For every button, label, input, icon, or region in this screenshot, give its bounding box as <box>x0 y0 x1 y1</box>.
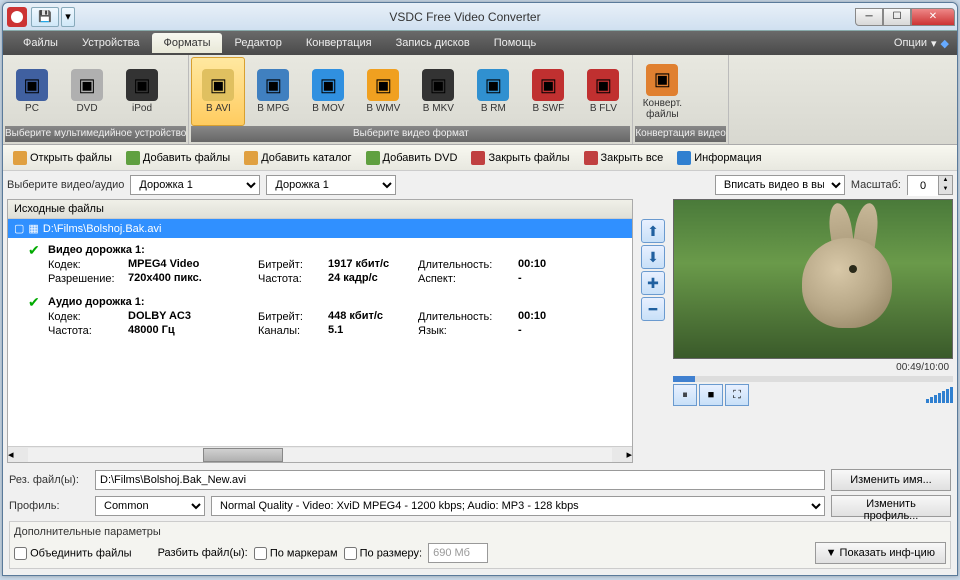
result-file-input[interactable] <box>95 470 825 490</box>
ribbon-в-mkv[interactable]: ▣В MKV <box>411 57 465 126</box>
menubar: ФайлыУстройстваФорматыРедакторКонвертаци… <box>3 31 957 55</box>
audio-track-title: Аудио дорожка 1: <box>48 294 628 310</box>
file-path: D:\Films\Bolshoj.Bak.avi <box>43 223 162 235</box>
ribbon-в-wmv[interactable]: ▣В WMV <box>356 57 410 126</box>
options-dropdown-icon[interactable]: ▾ <box>931 37 937 50</box>
tb-добавить-файлы[interactable]: Добавить файлы <box>120 149 236 167</box>
ribbon-конверт.-файлы[interactable]: ▣Конверт. файлы <box>635 57 689 126</box>
tb-информация[interactable]: Информация <box>671 149 767 167</box>
panel-header: Исходные файлы <box>8 200 632 219</box>
ribbon-в-mov[interactable]: ▣В MOV <box>301 57 355 126</box>
menu-помощь[interactable]: Помощь <box>482 33 549 53</box>
move-down-button[interactable]: ⬇ <box>641 245 665 269</box>
video-preview <box>673 199 953 359</box>
ribbon-dvd[interactable]: ▣DVD <box>60 57 114 126</box>
tb-закрыть-все[interactable]: Закрыть все <box>578 149 670 167</box>
video-track-select[interactable]: Дорожка 1 <box>130 175 260 195</box>
menu-файлы[interactable]: Файлы <box>11 33 70 53</box>
edit-profile-button[interactable]: Изменить профиль... <box>831 495 951 517</box>
profile-category-select[interactable]: Common <box>95 496 205 516</box>
by-markers-checkbox[interactable]: По маркерам <box>254 547 338 560</box>
preview-time: 00:49/10:00 <box>673 361 953 374</box>
by-size-checkbox[interactable]: По размеру: <box>344 547 423 560</box>
video-track-title: Видео дорожка 1: <box>48 242 628 258</box>
minimize-button[interactable]: ─ <box>855 8 883 26</box>
source-files-panel: Исходные файлы ▢ ▦ D:\Films\Bolshoj.Bak.… <box>7 199 633 463</box>
h-scrollbar[interactable]: ◂▸ <box>8 446 632 462</box>
ribbon-caption-devices: Выберите мультимедийное устройство <box>5 126 186 142</box>
menu-устройства[interactable]: Устройства <box>70 33 152 53</box>
rename-button[interactable]: Изменить имя... <box>831 469 951 491</box>
toolbar: Открыть файлыДобавить файлыДобавить ката… <box>3 145 957 171</box>
ribbon-в-mpg[interactable]: ▣В MPG <box>246 57 300 126</box>
result-files-label: Рез. файл(ы): <box>9 474 89 486</box>
file-row[interactable]: ▢ ▦ D:\Films\Bolshoj.Bak.avi <box>8 219 632 238</box>
ribbon-caption-convert: Конвертация видео <box>635 126 725 142</box>
fullscreen-button[interactable]: ⛶ <box>725 384 749 406</box>
options-menu[interactable]: Опции <box>894 37 927 49</box>
check-icon: ✔ <box>28 242 40 259</box>
close-button[interactable]: ✕ <box>911 8 955 26</box>
window-title: VSDC Free Video Converter <box>75 10 855 24</box>
extra-params-label: Дополнительные параметры <box>14 526 946 538</box>
scale-label: Масштаб: <box>851 179 901 191</box>
ribbon-в-swf[interactable]: ▣В SWF <box>521 57 575 126</box>
show-info-button[interactable]: ▼ Показать инф-цию <box>815 542 946 564</box>
qat-save-button[interactable]: 💾 <box>31 7 59 27</box>
ribbon-caption-formats: Выберите видео формат <box>191 126 630 142</box>
profile-label: Профиль: <box>9 500 89 512</box>
file-type-icon: ▦ <box>28 222 38 235</box>
menu-конвертация[interactable]: Конвертация <box>294 33 384 53</box>
profile-select[interactable]: Normal Quality - Video: XviD MPEG4 - 120… <box>211 496 825 516</box>
select-av-label: Выберите видео/аудио <box>7 179 124 191</box>
tb-добавить-каталог[interactable]: Добавить каталог <box>238 149 357 167</box>
split-size-input <box>428 543 488 563</box>
help-icon[interactable]: ◆ <box>941 37 949 50</box>
titlebar: 💾 ▾ VSDC Free Video Converter ─ ☐ ✕ <box>3 3 957 31</box>
scale-spinner[interactable]: ▲▼ <box>907 175 953 195</box>
ribbon-pc[interactable]: ▣PC <box>5 57 59 126</box>
qat-dropdown[interactable]: ▾ <box>61 7 75 27</box>
tb-открыть-файлы[interactable]: Открыть файлы <box>7 149 118 167</box>
menu-редактор[interactable]: Редактор <box>222 33 293 53</box>
collapse-icon[interactable]: ▢ <box>14 222 24 235</box>
menu-запись дисков[interactable]: Запись дисков <box>384 33 482 53</box>
ribbon-в-flv[interactable]: ▣В FLV <box>576 57 630 126</box>
ribbon-в-avi[interactable]: ▣В AVI <box>191 57 245 126</box>
progress-bar[interactable] <box>673 376 953 382</box>
add-button[interactable]: ✚ <box>641 271 665 295</box>
maximize-button[interactable]: ☐ <box>883 8 911 26</box>
move-up-button[interactable]: ⬆ <box>641 219 665 243</box>
audio-track-select[interactable]: Дорожка 1 <box>266 175 396 195</box>
app-icon <box>7 7 27 27</box>
volume-indicator[interactable] <box>926 387 953 403</box>
merge-checkbox[interactable]: Объединить файлы <box>14 547 132 560</box>
pause-button[interactable]: ⏸ <box>673 384 697 406</box>
ribbon: ▣PC▣DVD▣iPodВыберите мультимедийное устр… <box>3 55 957 145</box>
ribbon-в-rm[interactable]: ▣В RM <box>466 57 520 126</box>
ribbon-ipod[interactable]: ▣iPod <box>115 57 169 126</box>
split-label: Разбить файл(ы): <box>158 547 248 559</box>
menu-форматы[interactable]: Форматы <box>152 33 223 53</box>
check-icon: ✔ <box>28 294 40 311</box>
remove-button[interactable]: ━ <box>641 297 665 321</box>
fit-mode-select[interactable]: Вписать видео в выбр <box>715 175 845 195</box>
tb-закрыть-файлы[interactable]: Закрыть файлы <box>465 149 575 167</box>
stop-button[interactable]: ■ <box>699 384 723 406</box>
tb-добавить-dvd[interactable]: Добавить DVD <box>360 149 464 167</box>
